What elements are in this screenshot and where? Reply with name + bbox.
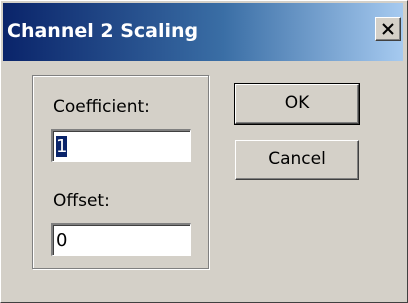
offset-label: Offset: (53, 191, 110, 211)
cancel-button[interactable]: Cancel (235, 140, 359, 180)
close-button[interactable] (375, 17, 401, 41)
coefficient-field[interactable]: 1 (51, 129, 191, 162)
coefficient-value: 1 (56, 136, 68, 157)
ok-button[interactable]: OK (234, 83, 360, 125)
title-bar[interactable]: Channel 2 Scaling (3, 3, 403, 61)
dialog-window: Channel 2 Scaling Coefficient: 1 Offset:… (0, 0, 408, 303)
offset-value: 0 (56, 230, 68, 251)
window-title: Channel 2 Scaling (7, 20, 199, 42)
coefficient-label: Coefficient: (53, 97, 150, 117)
close-icon (382, 23, 394, 35)
offset-field[interactable]: 0 (51, 223, 191, 256)
